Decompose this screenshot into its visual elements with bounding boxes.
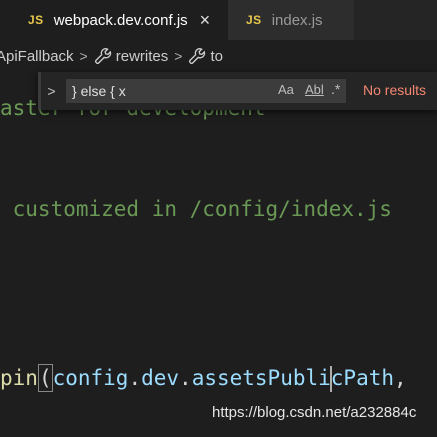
find-input[interactable] (66, 79, 346, 103)
assets-public-path-property-end: cPath (330, 366, 394, 390)
find-result-status: No results (363, 82, 427, 98)
dot: . (128, 366, 142, 390)
assets-public-path-property-start: assetsPubli (191, 366, 331, 390)
wrench-icon (94, 48, 111, 65)
chevron-right-icon: > (79, 48, 88, 64)
match-case-icon[interactable]: Aa (278, 82, 294, 97)
breadcrumb-label: rewrites (115, 47, 169, 65)
breadcrumb: ApiFallback > rewrites > to (0, 40, 437, 72)
tab-strip: JS webpack.dev.conf.js × JS index.js (0, 0, 437, 40)
code-line-call: pin(config.dev.assetsPublicPath, (0, 363, 407, 393)
regex-icon[interactable]: .* (331, 81, 340, 97)
breadcrumb-item-to[interactable]: to (188, 47, 223, 65)
whole-word-icon[interactable]: Abl (305, 82, 324, 97)
dev-property: dev (141, 366, 180, 390)
tab-index-js[interactable]: JS index.js (228, 0, 354, 40)
config-identifier: config (52, 366, 129, 390)
tab-webpack-dev-conf[interactable]: JS webpack.dev.conf.js × (0, 0, 228, 40)
js-file-icon: JS (246, 13, 262, 27)
wrench-icon (189, 48, 206, 65)
breadcrumb-item-rewrites[interactable]: rewrites (94, 47, 169, 65)
chevron-right-icon: > (174, 48, 183, 64)
breadcrumb-label: to (210, 47, 223, 65)
close-icon[interactable]: × (200, 11, 211, 29)
function-name-fragment: pin (0, 366, 38, 390)
toggle-replace-button[interactable]: > (38, 72, 62, 110)
dot: . (179, 366, 192, 390)
breadcrumb-label: ApiFallback (0, 47, 74, 65)
breadcrumb-item-apifallback[interactable]: ApiFallback (0, 48, 74, 65)
js-file-icon: JS (28, 13, 44, 27)
tab-label: index.js (271, 11, 323, 29)
comma: , (394, 366, 407, 390)
matching-paren: ( (37, 364, 53, 392)
code-editor: JS webpack.dev.conf.js × JS index.js Api… (0, 0, 437, 437)
code-line-comment-2: customized in /config/index.js (0, 197, 392, 221)
tab-label: webpack.dev.conf.js (53, 11, 188, 29)
find-widget: > Aa Abl .* No results (38, 72, 437, 110)
watermark-text: https://blog.csdn.net/a232884c (212, 404, 417, 421)
